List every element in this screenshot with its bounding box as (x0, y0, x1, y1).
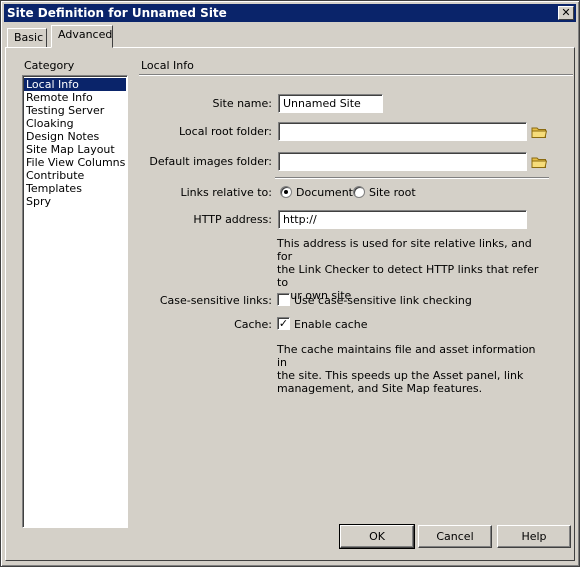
check-mark-icon: ✓ (278, 317, 289, 330)
cache-label: Cache: (234, 318, 272, 331)
case-sensitive-checkbox-label[interactable]: Use case-sensitive link checking (294, 294, 472, 307)
local-root-folder-input[interactable] (278, 122, 527, 141)
http-address-input[interactable]: http:// (278, 210, 527, 229)
radio-document-label[interactable]: Document (296, 186, 353, 199)
category-item-design-notes[interactable]: Design Notes (24, 130, 126, 143)
category-item-local-info[interactable]: Local Info (24, 78, 126, 91)
tab-advanced[interactable]: Advanced (51, 25, 113, 48)
case-sensitive-checkbox[interactable] (277, 293, 290, 306)
enable-cache-checkbox-label[interactable]: Enable cache (294, 318, 368, 331)
cache-note: The cache maintains file and asset infor… (277, 343, 539, 395)
section-divider (275, 177, 549, 179)
close-button[interactable]: ✕ (558, 6, 574, 20)
http-address-label: HTTP address: (193, 213, 272, 226)
cache-note-line: the site. This speeds up the Asset panel… (277, 369, 524, 382)
category-item-templates[interactable]: Templates (24, 182, 126, 195)
folder-icon[interactable] (531, 155, 547, 169)
radio-document[interactable] (280, 186, 292, 198)
http-address-note-line: This address is used for site relative l… (277, 237, 532, 263)
folder-icon[interactable] (531, 125, 547, 139)
category-heading: Category (24, 59, 75, 72)
default-images-folder-label: Default images folder: (149, 155, 272, 168)
category-item-file-view-columns[interactable]: File View Columns (24, 156, 126, 169)
cache-note-line: The cache maintains file and asset infor… (277, 343, 536, 369)
tab-basic[interactable]: Basic (7, 28, 47, 48)
site-name-input[interactable]: Unnamed Site (278, 94, 383, 113)
radio-site-root-label[interactable]: Site root (369, 186, 416, 199)
category-item-contribute[interactable]: Contribute (24, 169, 126, 182)
category-item-spry[interactable]: Spry (24, 195, 126, 208)
site-definition-dialog: Site Definition for Unnamed Site ✕ Basic… (0, 0, 580, 567)
category-item-testing-server[interactable]: Testing Server (24, 104, 126, 117)
category-item-site-map-layout[interactable]: Site Map Layout (24, 143, 126, 156)
radio-site-root[interactable] (353, 186, 365, 198)
category-item-cloaking[interactable]: Cloaking (24, 117, 126, 130)
cancel-button[interactable]: Cancel (418, 525, 492, 548)
panel-title-divider (139, 74, 573, 76)
http-address-note: This address is used for site relative l… (277, 237, 539, 302)
ok-button[interactable]: OK (339, 524, 415, 549)
local-root-folder-label: Local root folder: (178, 125, 272, 138)
panel-title: Local Info (141, 59, 194, 72)
default-images-folder-input[interactable] (278, 152, 527, 171)
window-title: Site Definition for Unnamed Site (7, 6, 227, 20)
case-sensitive-label: Case-sensitive links: (159, 294, 272, 307)
title-bar: Site Definition for Unnamed Site ✕ (4, 4, 576, 22)
links-relative-label: Links relative to: (180, 186, 273, 199)
http-address-note-line: the Link Checker to detect HTTP links th… (277, 263, 539, 289)
enable-cache-checkbox[interactable]: ✓ (277, 317, 290, 330)
help-button[interactable]: Help (497, 525, 571, 548)
cache-note-line: management, and Site Map features. (277, 382, 483, 395)
category-item-remote-info[interactable]: Remote Info (24, 91, 126, 104)
site-name-label: Site name: (212, 97, 272, 110)
category-list[interactable]: Local Info Remote Info Testing Server Cl… (22, 75, 128, 528)
